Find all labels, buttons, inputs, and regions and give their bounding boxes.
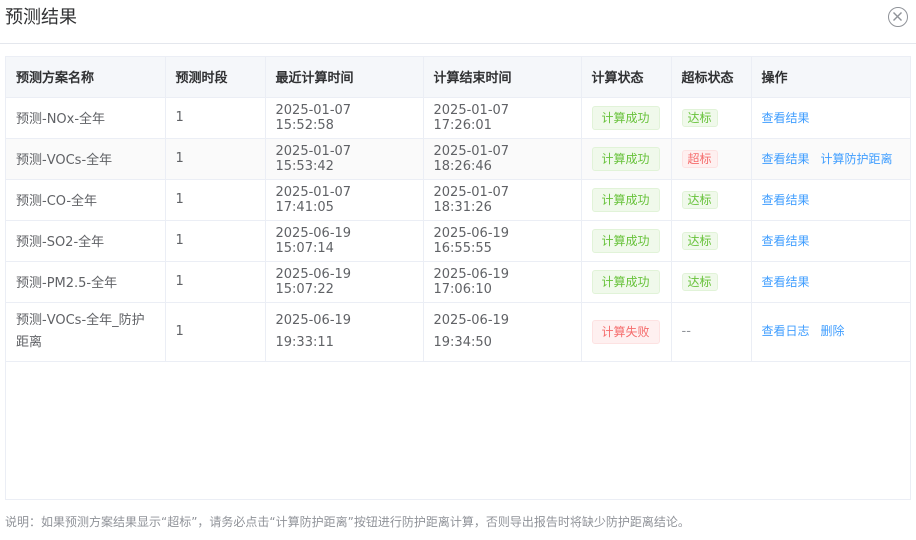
cell-exceed-status: 超标	[671, 138, 752, 180]
table-header-row: 预测方案名称 预测时段 最近计算时间 计算结束时间 计算状态 超标状态 操作	[6, 57, 910, 98]
view-result-link[interactable]: 查看结果	[762, 152, 810, 166]
cell-actions: 查看结果	[751, 261, 910, 303]
cell-calc-status: 计算成功	[581, 97, 672, 139]
cell-actions: 查看结果	[751, 220, 910, 262]
cell-scheme-name: 预测-VOCs-全年_防护距离	[6, 302, 166, 362]
cell-scheme-name: 预测-SO2-全年	[6, 220, 166, 262]
footer-note: 说明：如果预测方案结果显示“超标”，请务必点击“计算防护距离”按钮进行防护距离计…	[5, 515, 690, 529]
cell-exceed-status: 达标	[671, 97, 752, 139]
calc-status-badge: 计算成功	[591, 269, 660, 294]
dialog-title: 预测结果	[5, 7, 77, 28]
exceed-status-badge: 达标	[681, 231, 718, 250]
cell-period: 1	[165, 138, 266, 180]
column-header-period: 预测时段	[165, 57, 266, 98]
cell-actions: 查看结果	[751, 179, 910, 221]
cell-scheme-name: 预测-NOx-全年	[6, 97, 166, 139]
table-row: 预测-VOCs-全年 1 2025-01-07 15:53:42 2025-01…	[6, 138, 910, 180]
view-result-link[interactable]: 查看结果	[762, 234, 810, 248]
results-table: 预测方案名称 预测时段 最近计算时间 计算结束时间 计算状态 超标状态 操作 预…	[6, 57, 910, 362]
cell-scheme-name: 预测-CO-全年	[6, 179, 166, 221]
exceed-status-badge: 达标	[681, 272, 718, 291]
cell-period: 1	[165, 302, 266, 362]
cell-exceed-status: 达标	[671, 179, 752, 221]
view-result-link[interactable]: 查看结果	[762, 275, 810, 289]
cell-actions: 查看日志 删除	[751, 302, 910, 362]
cell-last-calc-time: 2025-06-19 15:07:22	[265, 261, 424, 303]
cell-period: 1	[165, 97, 266, 139]
delete-link[interactable]: 删除	[821, 324, 845, 338]
column-header-last-calc-time: 最近计算时间	[265, 57, 424, 98]
exceed-status-empty: --	[681, 323, 691, 339]
cell-end-time: 2025-01-07 17:26:01	[423, 97, 582, 139]
column-header-calc-status: 计算状态	[581, 57, 672, 98]
cell-end-time: 2025-01-07 18:31:26	[423, 179, 582, 221]
exceed-status-badge: 超标	[681, 149, 718, 168]
close-x-glyph	[893, 12, 902, 21]
column-header-name: 预测方案名称	[6, 57, 166, 98]
table-row: 预测-NOx-全年 1 2025-01-07 15:52:58 2025-01-…	[6, 97, 910, 139]
cell-last-calc-time: 2025-06-19 15:07:14	[265, 220, 424, 262]
cell-period: 1	[165, 220, 266, 262]
view-result-link[interactable]: 查看结果	[762, 111, 810, 125]
cell-calc-status: 计算失败	[581, 302, 672, 362]
view-log-link[interactable]: 查看日志	[762, 324, 810, 338]
calc-status-badge: 计算成功	[591, 146, 660, 171]
calc-status-badge: 计算成功	[591, 228, 660, 253]
cell-end-time: 2025-06-19 17:06:10	[423, 261, 582, 303]
cell-last-calc-time: 2025-06-19 19:33:11	[265, 302, 424, 362]
dialog-header: 预测结果	[0, 0, 916, 44]
cell-calc-status: 计算成功	[581, 261, 672, 303]
table-row: 预测-SO2-全年 1 2025-06-19 15:07:14 2025-06-…	[6, 220, 910, 262]
results-table-container: 预测方案名称 预测时段 最近计算时间 计算结束时间 计算状态 超标状态 操作 预…	[5, 56, 911, 500]
cell-end-time: 2025-01-07 18:26:46	[423, 138, 582, 180]
column-header-exceed-status: 超标状态	[671, 57, 752, 98]
cell-end-time: 2025-06-19 16:55:55	[423, 220, 582, 262]
calc-status-badge: 计算失败	[591, 319, 660, 344]
cell-last-calc-time: 2025-01-07 15:52:58	[265, 97, 424, 139]
close-icon[interactable]	[888, 7, 908, 27]
cell-calc-status: 计算成功	[581, 220, 672, 262]
cell-scheme-name: 预测-VOCs-全年	[6, 138, 166, 180]
table-row: 预测-VOCs-全年_防护距离 1 2025-06-19 19:33:11 20…	[6, 302, 910, 362]
exceed-status-badge: 达标	[681, 190, 718, 209]
cell-calc-status: 计算成功	[581, 138, 672, 180]
cell-exceed-status: --	[671, 302, 752, 362]
calc-status-badge: 计算成功	[591, 105, 660, 130]
cell-exceed-status: 达标	[671, 220, 752, 262]
cell-last-calc-time: 2025-01-07 15:53:42	[265, 138, 424, 180]
exceed-status-badge: 达标	[681, 108, 718, 127]
cell-exceed-status: 达标	[671, 261, 752, 303]
view-result-link[interactable]: 查看结果	[762, 193, 810, 207]
cell-period: 1	[165, 179, 266, 221]
cell-actions: 查看结果	[751, 97, 910, 139]
cell-actions: 查看结果 计算防护距离	[751, 138, 910, 180]
calc-protection-distance-link[interactable]: 计算防护距离	[821, 152, 893, 166]
calc-status-badge: 计算成功	[591, 187, 660, 212]
cell-last-calc-time: 2025-01-07 17:41:05	[265, 179, 424, 221]
column-header-end-time: 计算结束时间	[423, 57, 582, 98]
prediction-results-dialog: 预测结果 预测方案名称 预测时段 最近计算时间 计算结束时间 计算状态 超标状态…	[0, 0, 916, 540]
table-row: 预测-CO-全年 1 2025-01-07 17:41:05 2025-01-0…	[6, 179, 910, 221]
cell-scheme-name: 预测-PM2.5-全年	[6, 261, 166, 303]
column-header-actions: 操作	[751, 57, 910, 98]
cell-calc-status: 计算成功	[581, 179, 672, 221]
cell-period: 1	[165, 261, 266, 303]
table-row: 预测-PM2.5-全年 1 2025-06-19 15:07:22 2025-0…	[6, 261, 910, 303]
cell-end-time: 2025-06-19 19:34:50	[423, 302, 582, 362]
